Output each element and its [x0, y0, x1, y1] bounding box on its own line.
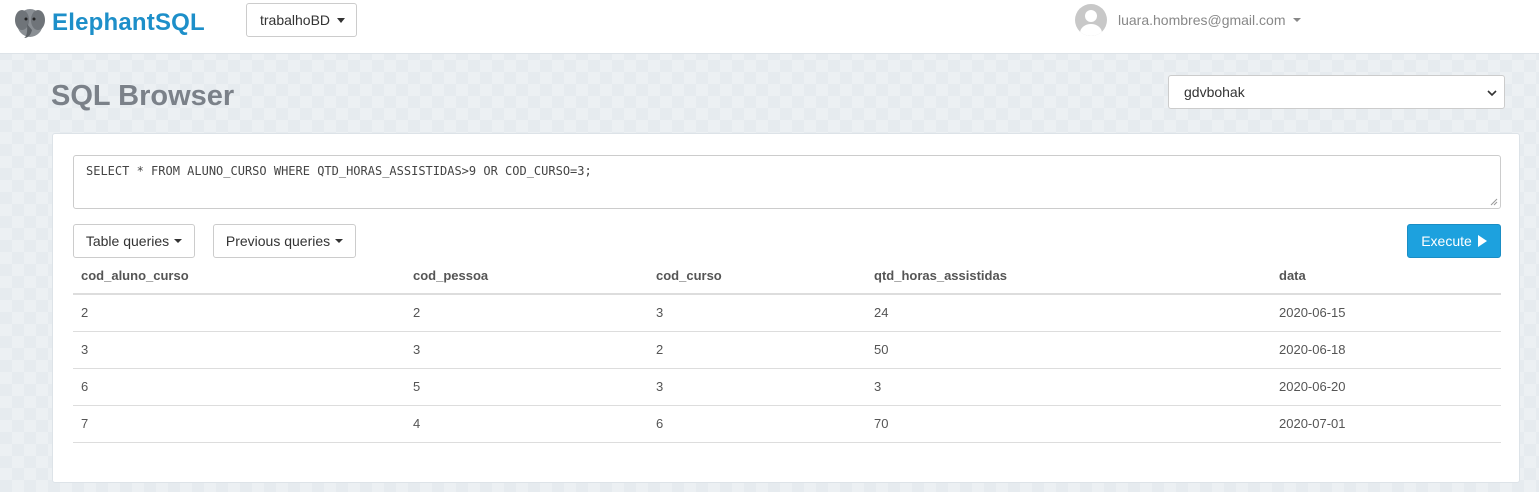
table-cell: 6	[648, 405, 866, 443]
table-row: 2 2 3 24 2020-06-15	[73, 294, 1501, 332]
user-avatar-icon	[1075, 4, 1107, 36]
table-cell: 2	[648, 331, 866, 369]
page-title: SQL Browser	[51, 80, 235, 112]
table-cell: 4	[405, 405, 648, 443]
column-header: data	[1271, 258, 1501, 295]
play-icon	[1477, 235, 1487, 247]
chevron-down-icon	[1292, 18, 1301, 22]
chevron-down-icon	[335, 239, 344, 243]
previous-queries-button[interactable]: Previous queries	[213, 224, 356, 258]
database-select-value: gdvbohak	[1184, 84, 1245, 100]
table-cell: 2	[73, 294, 405, 332]
table-row: 6 5 3 3 2020-06-20	[73, 368, 1501, 406]
table-cell: 2020-07-01	[1271, 405, 1501, 443]
table-cell: 3	[648, 294, 866, 332]
table-header-row: cod_aluno_curso cod_pessoa cod_curso qtd…	[73, 258, 1501, 295]
table-cell: 3	[405, 331, 648, 369]
resize-grip-icon[interactable]	[1490, 198, 1498, 206]
table-cell: 2020-06-20	[1271, 368, 1501, 406]
table-cell: 7	[73, 405, 405, 443]
column-header: cod_aluno_curso	[73, 258, 405, 295]
previous-queries-label: Previous queries	[225, 233, 331, 249]
user-menu[interactable]: luara.hombres@gmail.com	[1075, 4, 1301, 36]
table-cell: 2020-06-15	[1271, 294, 1501, 332]
top-navbar: ElephantSQL trabalhoBD luara.hombres@gma…	[0, 0, 1539, 54]
chevron-down-icon	[174, 239, 183, 243]
user-email: luara.hombres@gmail.com	[1118, 12, 1286, 28]
column-header: cod_pessoa	[405, 258, 648, 295]
table-queries-button[interactable]: Table queries	[73, 224, 195, 258]
instance-name: trabalhoBD	[260, 12, 331, 28]
table-row: 7 4 6 70 2020-07-01	[73, 405, 1501, 443]
table-cell: 24	[866, 294, 1271, 332]
table-cell: 3	[648, 368, 866, 406]
table-cell: 2020-06-18	[1271, 331, 1501, 369]
execute-label: Execute	[1421, 233, 1472, 249]
table-cell: 6	[73, 368, 405, 406]
table-cell: 2	[405, 294, 648, 332]
results-table: cod_aluno_curso cod_pessoa cod_curso qtd…	[73, 258, 1501, 443]
column-header: qtd_horas_assistidas	[866, 258, 1271, 295]
column-header: cod_curso	[648, 258, 866, 295]
table-cell: 3	[73, 331, 405, 369]
table-cell: 5	[405, 368, 648, 406]
instance-dropdown[interactable]: trabalhoBD	[246, 3, 357, 37]
table-cell: 70	[866, 405, 1271, 443]
chevron-down-icon	[337, 17, 346, 23]
table-queries-label: Table queries	[85, 233, 170, 249]
brand-name: ElephantSQL	[52, 9, 205, 36]
query-text: SELECT * FROM ALUNO_CURSO WHERE QTD_HORA…	[86, 164, 592, 178]
table-row: 3 3 2 50 2020-06-18	[73, 331, 1501, 369]
table-cell: 3	[866, 368, 1271, 406]
database-select[interactable]: gdvbohak	[1168, 75, 1505, 109]
execute-button[interactable]: Execute	[1407, 224, 1501, 258]
sql-browser-panel: SELECT * FROM ALUNO_CURSO WHERE QTD_HORA…	[52, 133, 1520, 483]
query-input[interactable]: SELECT * FROM ALUNO_CURSO WHERE QTD_HORA…	[73, 155, 1501, 209]
elephant-logo-icon	[15, 9, 45, 38]
table-cell: 50	[866, 331, 1271, 369]
brand-link[interactable]: ElephantSQL	[12, 4, 205, 42]
chevron-down-icon	[1487, 90, 1497, 97]
